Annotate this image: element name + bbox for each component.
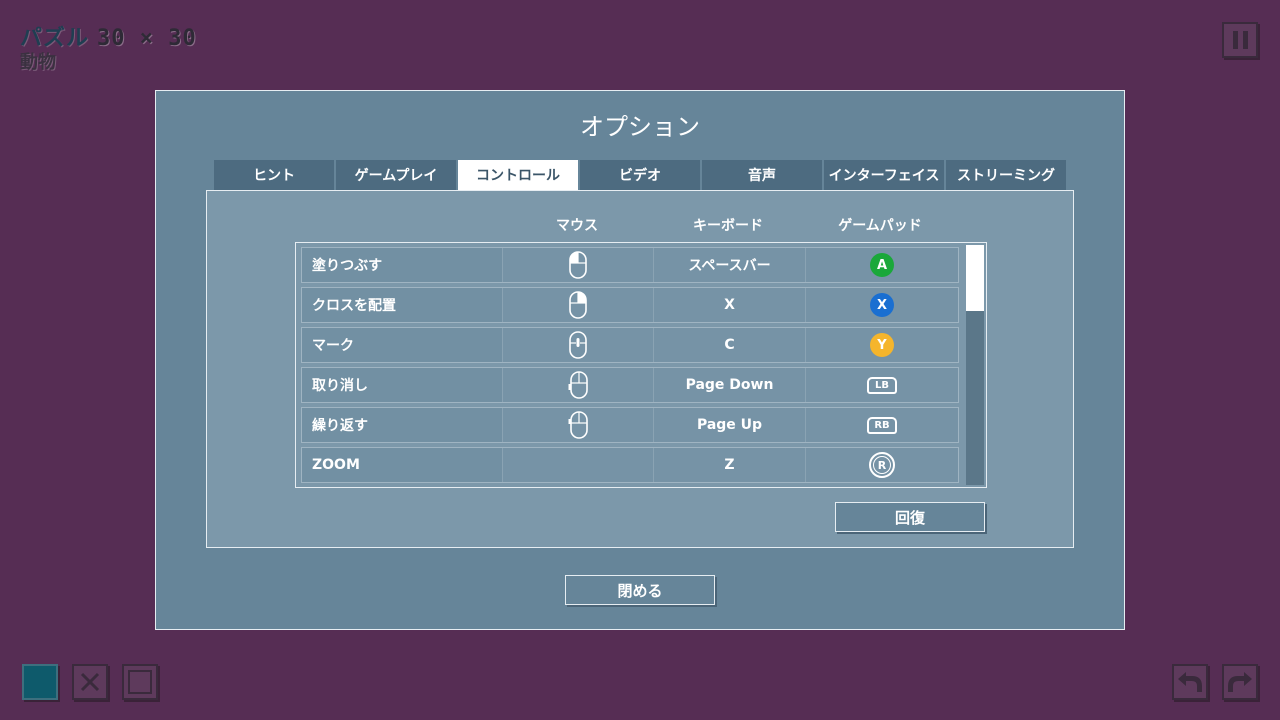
- binding-row[interactable]: クロスを配置 X X: [301, 287, 959, 323]
- keyboard-binding[interactable]: Z: [654, 448, 806, 482]
- cross-tool-icon[interactable]: [72, 664, 108, 700]
- column-header-gamepad: ゲームパッド: [838, 218, 922, 234]
- mouse-side-back-icon: [568, 371, 588, 399]
- mouse-right-click-icon: [569, 291, 587, 319]
- gamepad-binding[interactable]: A: [806, 248, 958, 282]
- gamepad-rb-bumper-icon: RB: [867, 416, 897, 434]
- options-dialog: オプション ヒント ゲームプレイ コントロール ビデオ 音声 インターフェイス …: [155, 90, 1125, 630]
- gamepad-y-button-icon: Y: [870, 333, 894, 357]
- mouse-middle-click-icon: [569, 331, 587, 359]
- redo-icon: [1228, 672, 1252, 692]
- keyboard-binding[interactable]: C: [654, 328, 806, 362]
- gamepad-right-stick-icon: R: [869, 452, 895, 478]
- mark-tool-icon[interactable]: [122, 664, 158, 700]
- gamepad-binding[interactable]: LB: [806, 368, 958, 402]
- action-label: クロスを配置: [302, 288, 503, 322]
- bindings-list: 塗りつぶす スペースバー A クロスを配置 X X マーク C Y 取り消し P…: [295, 242, 987, 488]
- puzzle-size: 30 × 30: [97, 26, 197, 51]
- close-button[interactable]: 閉める: [565, 575, 715, 605]
- pause-button[interactable]: [1222, 22, 1258, 58]
- tab-streaming[interactable]: ストリーミング: [946, 160, 1066, 190]
- mouse-binding[interactable]: [503, 288, 654, 322]
- tab-video[interactable]: ビデオ: [580, 160, 700, 190]
- gamepad-a-button-icon: A: [870, 253, 894, 277]
- right-stick-label: R: [873, 456, 891, 474]
- mouse-binding[interactable]: [503, 448, 654, 482]
- tab-controls[interactable]: コントロール: [458, 160, 578, 190]
- tab-bar: ヒント ゲームプレイ コントロール ビデオ 音声 インターフェイス ストリーミン…: [214, 160, 1066, 190]
- keyboard-binding[interactable]: Page Up: [654, 408, 806, 442]
- bindings-scrollbar[interactable]: [966, 245, 984, 485]
- mouse-binding[interactable]: [503, 368, 654, 402]
- pause-icon-bar-right: [1242, 31, 1248, 49]
- gamepad-lb-bumper-icon: LB: [867, 376, 897, 394]
- cross-icon: [80, 672, 100, 692]
- mouse-left-click-icon: [569, 251, 587, 279]
- tab-hints[interactable]: ヒント: [214, 160, 334, 190]
- mouse-binding[interactable]: [503, 408, 654, 442]
- keyboard-binding[interactable]: Page Down: [654, 368, 806, 402]
- gamepad-binding[interactable]: R: [806, 448, 958, 482]
- gamepad-binding[interactable]: X: [806, 288, 958, 322]
- pause-icon-bar-left: [1232, 31, 1238, 49]
- scrollbar-thumb[interactable]: [966, 245, 984, 311]
- action-label: マーク: [302, 328, 503, 362]
- action-label: 塗りつぶす: [302, 248, 503, 282]
- action-label: 繰り返す: [302, 408, 503, 442]
- binding-row[interactable]: 塗りつぶす スペースバー A: [301, 247, 959, 283]
- gamepad-x-button-icon: X: [870, 293, 894, 317]
- tab-gameplay[interactable]: ゲームプレイ: [336, 160, 456, 190]
- action-label: ZOOM: [302, 448, 503, 482]
- reset-button[interactable]: 回復: [835, 502, 985, 532]
- action-label: 取り消し: [302, 368, 503, 402]
- redo-button[interactable]: [1222, 664, 1258, 700]
- mouse-binding[interactable]: [503, 248, 654, 282]
- gamepad-binding[interactable]: Y: [806, 328, 958, 362]
- tab-interface[interactable]: インターフェイス: [824, 160, 944, 190]
- puzzle-category: 動物: [20, 52, 56, 73]
- column-header-mouse: マウス: [556, 218, 598, 234]
- gamepad-binding[interactable]: RB: [806, 408, 958, 442]
- binding-row[interactable]: 取り消し Page Down LB: [301, 367, 959, 403]
- mouse-binding[interactable]: [503, 328, 654, 362]
- keyboard-binding[interactable]: X: [654, 288, 806, 322]
- undo-icon: [1178, 672, 1202, 692]
- mark-square-icon: [128, 670, 152, 694]
- binding-row[interactable]: ZOOM Z R: [301, 447, 959, 483]
- dialog-title: オプション: [580, 113, 700, 141]
- fill-tool-icon[interactable]: [22, 664, 58, 700]
- column-header-keyboard: キーボード: [693, 218, 763, 234]
- tab-audio[interactable]: 音声: [702, 160, 822, 190]
- keyboard-binding[interactable]: スペースバー: [654, 248, 806, 282]
- undo-button[interactable]: [1172, 664, 1208, 700]
- binding-row[interactable]: マーク C Y: [301, 327, 959, 363]
- mouse-side-forward-icon: [568, 411, 588, 439]
- binding-row[interactable]: 繰り返す Page Up RB: [301, 407, 959, 443]
- controls-panel: マウス キーボード ゲームパッド 塗りつぶす スペースバー A クロスを配置 X…: [206, 190, 1074, 548]
